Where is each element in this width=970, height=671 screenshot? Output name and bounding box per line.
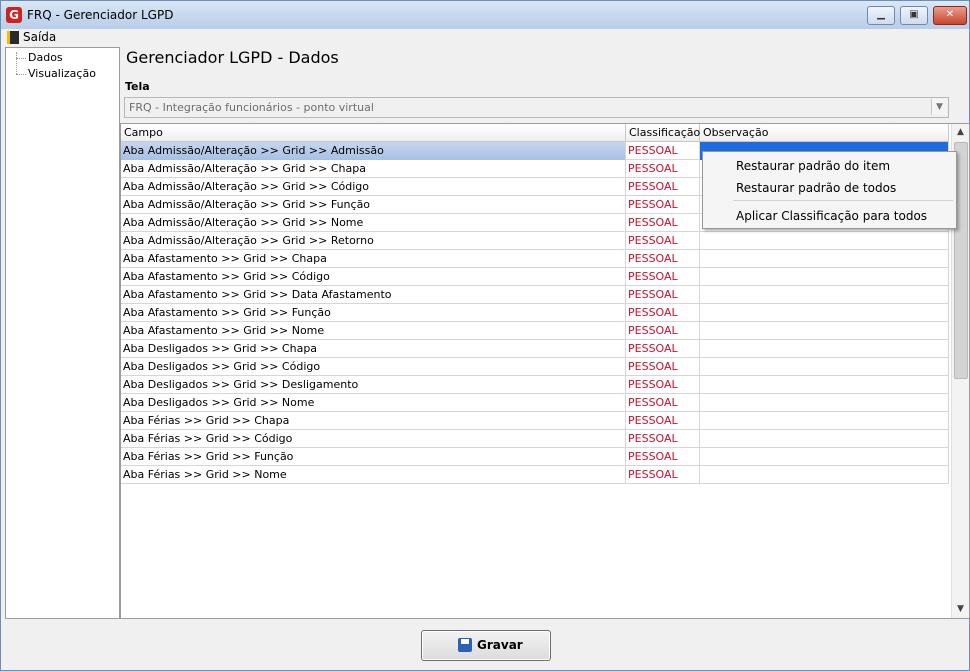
cell-campo[interactable]: Aba Férias >> Grid >> Chapa [121, 412, 626, 430]
cell-classificacao[interactable]: PESSOAL [626, 466, 700, 484]
cell-observacao[interactable] [700, 286, 949, 304]
save-button-label: Gravar [477, 638, 523, 652]
cell-classificacao[interactable]: PESSOAL [626, 376, 700, 394]
tela-select[interactable]: FRQ - Integração funcionários - ponto vi… [124, 97, 949, 118]
cell-classificacao[interactable]: PESSOAL [626, 268, 700, 286]
table-row[interactable]: Aba Desligados >> Grid >> Chapa PESSOAL [121, 340, 949, 358]
window-title: FRQ - Gerenciador LGPD [27, 8, 174, 22]
cell-observacao[interactable] [700, 412, 949, 430]
cell-observacao[interactable] [700, 250, 949, 268]
table-row[interactable]: Aba Afastamento >> Grid >> Nome PESSOAL [121, 322, 949, 340]
cell-campo[interactable]: Aba Afastamento >> Grid >> Código [121, 268, 626, 286]
cell-observacao[interactable] [700, 232, 949, 250]
column-header-observacao[interactable]: Observação [700, 124, 949, 141]
cell-classificacao[interactable]: PESSOAL [626, 250, 700, 268]
cell-observacao[interactable] [700, 304, 949, 322]
cell-classificacao[interactable]: PESSOAL [626, 358, 700, 376]
column-header-classificacao[interactable]: Classificação [626, 124, 700, 141]
context-menu-separator [733, 200, 953, 201]
cell-campo[interactable]: Aba Desligados >> Grid >> Código [121, 358, 626, 376]
cell-classificacao[interactable]: PESSOAL [626, 304, 700, 322]
close-button[interactable]: ✕ [933, 6, 967, 25]
table-row[interactable]: Aba Férias >> Grid >> Chapa PESSOAL [121, 412, 949, 430]
cell-observacao[interactable] [700, 376, 949, 394]
context-menu-restore-all[interactable]: Restaurar padrão de todos [736, 178, 896, 198]
table-row[interactable]: Aba Férias >> Grid >> Função PESSOAL [121, 448, 949, 466]
menu-bar: Saída [1, 29, 969, 46]
maximize-button[interactable]: ▣ [900, 6, 928, 25]
table-row[interactable]: Aba Férias >> Grid >> Código PESSOAL [121, 430, 949, 448]
app-window: G FRQ - Gerenciador LGPD ▁ ▣ ✕ Saída Dad… [0, 0, 970, 671]
minimize-button[interactable]: ▁ [867, 6, 895, 25]
cell-campo[interactable]: Aba Admissão/Alteração >> Grid >> Chapa [121, 160, 626, 178]
cell-classificacao[interactable]: PESSOAL [626, 322, 700, 340]
cell-classificacao[interactable]: PESSOAL [626, 412, 700, 430]
menu-exit-label: Saída [23, 30, 57, 44]
cell-campo[interactable]: Aba Afastamento >> Grid >> Função [121, 304, 626, 322]
scroll-down-arrow-icon[interactable]: ▼ [952, 601, 969, 618]
app-logo-icon: G [6, 7, 22, 23]
tela-label: Tela [125, 80, 150, 93]
context-menu-restore-item[interactable]: Restaurar padrão do item [736, 156, 890, 176]
cell-classificacao[interactable]: PESSOAL [626, 286, 700, 304]
cell-campo[interactable]: Aba Férias >> Grid >> Código [121, 430, 626, 448]
table-row[interactable]: Aba Desligados >> Grid >> Código PESSOAL [121, 358, 949, 376]
cell-campo[interactable]: Aba Afastamento >> Grid >> Chapa [121, 250, 626, 268]
title-bar[interactable]: G FRQ - Gerenciador LGPD ▁ ▣ ✕ [1, 1, 969, 29]
table-row[interactable]: Aba Afastamento >> Grid >> Data Afastame… [121, 286, 949, 304]
cell-observacao[interactable] [700, 394, 949, 412]
cell-classificacao[interactable]: PESSOAL [626, 142, 700, 160]
cell-campo[interactable]: Aba Admissão/Alteração >> Grid >> Nome [121, 214, 626, 232]
table-row[interactable]: Aba Férias >> Grid >> Nome PESSOAL [121, 466, 949, 484]
column-header-campo[interactable]: Campo [121, 124, 626, 141]
cell-campo[interactable]: Aba Desligados >> Grid >> Chapa [121, 340, 626, 358]
tree-item-visualizacao[interactable]: Visualização [16, 66, 96, 82]
cell-classificacao[interactable]: PESSOAL [626, 394, 700, 412]
menu-exit[interactable]: Saída [7, 30, 56, 45]
cell-campo[interactable]: Aba Férias >> Grid >> Nome [121, 466, 626, 484]
cell-classificacao[interactable]: PESSOAL [626, 178, 700, 196]
grid-header: Campo Classificação Observação [121, 124, 949, 142]
cell-campo[interactable]: Aba Afastamento >> Grid >> Nome [121, 322, 626, 340]
cell-campo[interactable]: Aba Admissão/Alteração >> Grid >> Função [121, 196, 626, 214]
cell-observacao[interactable] [700, 268, 949, 286]
cell-campo[interactable]: Aba Admissão/Alteração >> Grid >> Admiss… [121, 142, 626, 160]
cell-classificacao[interactable]: PESSOAL [626, 430, 700, 448]
table-row[interactable]: Aba Desligados >> Grid >> Nome PESSOAL [121, 394, 949, 412]
exit-door-icon [7, 31, 19, 44]
table-row[interactable]: Aba Afastamento >> Grid >> Função PESSOAL [121, 304, 949, 322]
page-title: Gerenciador LGPD - Dados [126, 48, 339, 67]
cell-observacao[interactable] [700, 466, 949, 484]
context-menu-apply-classification-all[interactable]: Aplicar Classificação para todos [736, 206, 927, 226]
cell-classificacao[interactable]: PESSOAL [626, 340, 700, 358]
tree-item-dados[interactable]: Dados [16, 50, 63, 66]
cell-observacao[interactable] [700, 448, 949, 466]
table-row[interactable]: Aba Desligados >> Grid >> Desligamento PE… [121, 376, 949, 394]
cell-campo[interactable]: Aba Afastamento >> Grid >> Data Afastame… [121, 286, 626, 304]
cell-observacao[interactable] [700, 340, 949, 358]
cell-classificacao[interactable]: PESSOAL [626, 448, 700, 466]
cell-campo[interactable]: Aba Férias >> Grid >> Função [121, 448, 626, 466]
table-row[interactable]: Aba Admissão/Alteração >> Grid >> Retorn… [121, 232, 949, 250]
cell-campo[interactable]: Aba Desligados >> Grid >> Nome [121, 394, 626, 412]
cell-campo[interactable]: Aba Admissão/Alteração >> Grid >> Retorn… [121, 232, 626, 250]
cell-campo[interactable]: Aba Admissão/Alteração >> Grid >> Código [121, 178, 626, 196]
cell-classificacao[interactable]: PESSOAL [626, 214, 700, 232]
table-row[interactable]: Aba Afastamento >> Grid >> Código PESSOAL [121, 268, 949, 286]
chevron-down-icon[interactable]: ▼ [931, 99, 947, 115]
cell-classificacao[interactable]: PESSOAL [626, 196, 700, 214]
navigation-tree: Dados Visualização [5, 47, 120, 619]
save-button[interactable]: Gravar [421, 630, 551, 661]
cell-observacao[interactable] [700, 322, 949, 340]
tela-select-value: FRQ - Integração funcionários - ponto vi… [129, 101, 374, 114]
scroll-up-arrow-icon[interactable]: ▲ [952, 124, 969, 141]
cell-observacao[interactable] [700, 358, 949, 376]
context-menu: Restaurar padrão do item Restaurar padrã… [702, 151, 957, 229]
cell-campo[interactable]: Aba Desligados >> Grid >> Desligamento [121, 376, 626, 394]
floppy-disk-icon [458, 638, 472, 652]
cell-classificacao[interactable]: PESSOAL [626, 160, 700, 178]
table-row[interactable]: Aba Afastamento >> Grid >> Chapa PESSOAL [121, 250, 949, 268]
cell-classificacao[interactable]: PESSOAL [626, 232, 700, 250]
cell-observacao[interactable] [700, 430, 949, 448]
